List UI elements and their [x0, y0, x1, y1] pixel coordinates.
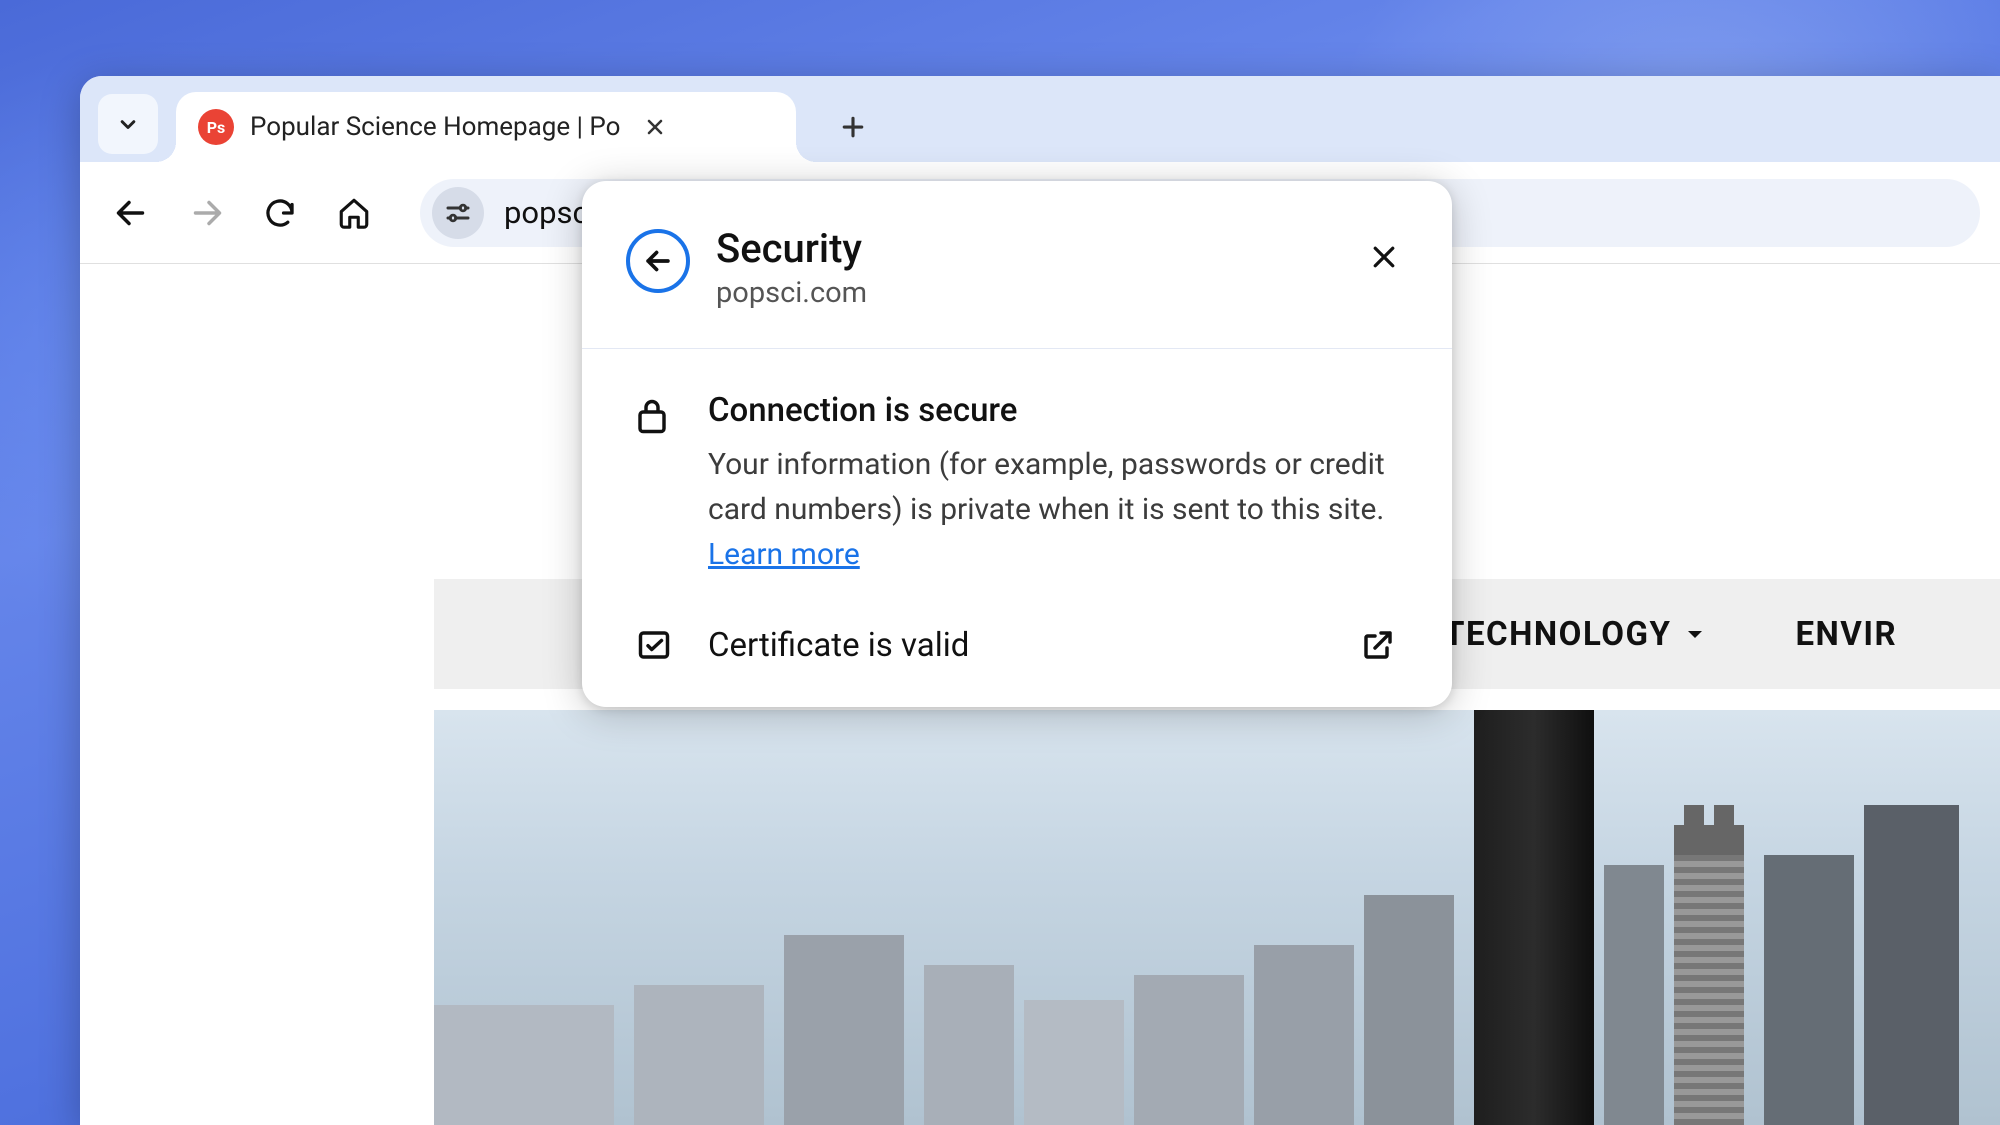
- popup-body: Connection is secure Your information (f…: [582, 349, 1452, 667]
- popup-header: Security popsci.com: [582, 181, 1452, 349]
- nav-item-environment[interactable]: ENVIR: [1795, 615, 1897, 654]
- learn-more-link[interactable]: Learn more: [708, 537, 860, 572]
- hero-image: [434, 710, 2000, 1125]
- arrow-left-icon: [114, 195, 150, 231]
- chevron-down-icon: [114, 110, 142, 138]
- tab-title: Popular Science Homepage | Po: [250, 112, 621, 142]
- arrow-right-icon: [188, 195, 224, 231]
- skyline-illustration: [434, 710, 2000, 1125]
- secure-text-block: Connection is secure Your information (f…: [708, 391, 1400, 577]
- close-icon: [643, 115, 667, 139]
- certificate-check-icon: [634, 627, 674, 663]
- lock-icon: [634, 391, 674, 435]
- certificate-label: Certificate is valid: [708, 626, 1322, 665]
- tab-search-button[interactable]: [98, 94, 158, 154]
- secure-heading: Connection is secure: [708, 391, 1400, 430]
- back-button[interactable]: [100, 181, 164, 245]
- reload-button[interactable]: [248, 181, 312, 245]
- close-icon: [1369, 242, 1399, 272]
- arrow-left-icon: [641, 244, 675, 278]
- certificate-row[interactable]: Certificate is valid: [634, 623, 1400, 667]
- forward-button[interactable]: [174, 181, 238, 245]
- home-button[interactable]: [322, 181, 386, 245]
- popup-back-button[interactable]: [626, 229, 690, 293]
- reload-icon: [263, 196, 297, 230]
- popup-title: Security: [716, 225, 1334, 272]
- plus-icon: [838, 112, 868, 142]
- home-icon: [337, 196, 371, 230]
- open-external-icon[interactable]: [1356, 623, 1400, 667]
- security-popup: Security popsci.com Connection is secure…: [582, 181, 1452, 707]
- browser-window: Ps Popular Science Homepage | Po popsci.: [80, 76, 2000, 1125]
- tab-favicon: Ps: [198, 109, 234, 145]
- tune-icon: [443, 198, 473, 228]
- nav-label: TECHNOLOGY: [1444, 615, 1671, 654]
- connection-secure-row: Connection is secure Your information (f…: [634, 391, 1400, 577]
- popup-subtitle: popsci.com: [716, 276, 1334, 310]
- browser-tab[interactable]: Ps Popular Science Homepage | Po: [176, 92, 796, 162]
- site-info-button[interactable]: [432, 187, 484, 239]
- nav-item-technology[interactable]: TECHNOLOGY: [1444, 615, 1707, 654]
- popup-title-group: Security popsci.com: [716, 225, 1334, 310]
- tab-strip: Ps Popular Science Homepage | Po: [80, 76, 2000, 162]
- caret-down-icon: [1683, 622, 1707, 646]
- nav-label: ENVIR: [1795, 615, 1897, 654]
- popup-close-button[interactable]: [1360, 233, 1408, 281]
- tab-close-button[interactable]: [637, 109, 673, 145]
- new-tab-button[interactable]: [826, 100, 880, 154]
- secure-description: Your information (for example, passwords…: [708, 442, 1400, 577]
